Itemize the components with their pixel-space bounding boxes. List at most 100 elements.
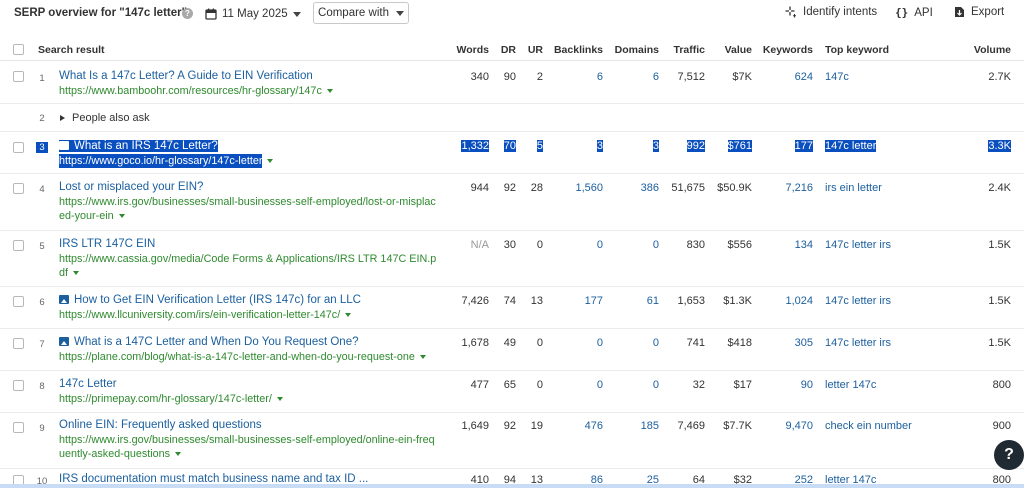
top-keyword-link[interactable]: irs ein letter <box>825 182 882 194</box>
date-picker[interactable]: 11 May 2025 <box>205 3 301 25</box>
value-cell: $50.9K <box>717 182 752 194</box>
result-url-link[interactable]: https://primepay.com/hr-glossary/147c-le… <box>59 392 283 406</box>
result-title-link[interactable]: How to Get EIN Verification Letter (IRS … <box>59 294 361 306</box>
result-url-link[interactable]: https://www.llcuniversity.com/irs/ein-ve… <box>59 308 352 322</box>
ur-cell: 0 <box>536 239 543 251</box>
api-button[interactable]: {} API <box>895 6 933 19</box>
top-keyword-link[interactable]: 147c letter <box>825 140 877 152</box>
top-keyword-link[interactable]: 147c letter irs <box>825 295 891 307</box>
url-dropdown[interactable] <box>267 154 273 168</box>
top-keyword-link[interactable]: letter 147c <box>825 379 876 391</box>
row-checkbox[interactable] <box>13 338 24 349</box>
column-traffic[interactable]: Traffic <box>673 44 705 56</box>
traffic-cell: 7,469 <box>677 420 705 432</box>
table-row: 4 Lost or misplaced your EIN? https://ww… <box>0 175 1024 231</box>
backlinks-link[interactable]: 0 <box>597 379 603 391</box>
keywords-link[interactable]: 624 <box>795 71 813 83</box>
row-checkbox[interactable] <box>13 142 24 153</box>
backlinks-link[interactable]: 177 <box>585 295 603 307</box>
backlinks-link[interactable]: 6 <box>597 71 603 83</box>
column-volume[interactable]: Volume <box>974 44 1011 56</box>
volume-cell: 3.3K <box>988 140 1011 152</box>
keywords-link[interactable]: 1,024 <box>785 295 813 307</box>
column-ur[interactable]: UR <box>528 44 543 56</box>
column-top-keyword[interactable]: Top keyword <box>825 44 889 56</box>
row-checkbox[interactable] <box>13 380 24 391</box>
domains-link[interactable]: 61 <box>647 295 659 307</box>
domains-link[interactable]: 0 <box>653 239 659 251</box>
table-row: 1 What Is a 147c Letter? A Guide to EIN … <box>0 62 1024 104</box>
url-text: ed-your-ein <box>59 210 114 222</box>
top-keyword-link[interactable]: 147c letter irs <box>825 337 891 349</box>
volume-cell: 900 <box>992 420 1011 432</box>
row-position: 8 <box>39 381 45 392</box>
domains-link[interactable]: 3 <box>652 140 659 152</box>
column-dr[interactable]: DR <box>501 44 516 56</box>
result-url-link[interactable]: https://www.irs.gov/businesses/small-bus… <box>59 195 436 223</box>
result-title-link[interactable]: Online EIN: Frequently asked questions <box>59 419 262 431</box>
backlinks-link[interactable]: 476 <box>585 420 603 432</box>
expand-arrow-icon <box>60 115 65 121</box>
result-title-link[interactable]: What is an IRS 147c Letter? <box>59 140 218 152</box>
result-title-link[interactable]: What Is a 147c Letter? A Guide to EIN Ve… <box>59 70 313 82</box>
horizontal-scrollbar[interactable] <box>0 484 1024 488</box>
row-checkbox[interactable] <box>13 240 24 251</box>
result-title-link[interactable]: IRS LTR 147C EIN <box>59 238 155 250</box>
column-search-result[interactable]: Search result <box>38 44 105 56</box>
keywords-link[interactable]: 305 <box>795 337 813 349</box>
row-checkbox[interactable] <box>13 296 24 307</box>
row-checkbox[interactable] <box>13 183 24 194</box>
row-checkbox[interactable] <box>13 71 24 82</box>
column-domains[interactable]: Domains <box>615 44 659 56</box>
domains-link[interactable]: 185 <box>641 420 659 432</box>
result-title-link[interactable]: What is a 147C Letter and When Do You Re… <box>59 336 359 348</box>
compare-with-button[interactable]: Compare with <box>313 2 409 24</box>
top-keyword-link[interactable]: check ein number <box>825 420 912 432</box>
table-row: 7 What is a 147C Letter and When Do You … <box>0 330 1024 371</box>
identify-intents-button[interactable]: Identify intents <box>785 6 877 18</box>
top-keyword-link[interactable]: 147c <box>825 71 849 83</box>
keywords-link[interactable]: 7,216 <box>785 182 813 194</box>
keywords-link[interactable]: 177 <box>794 140 813 152</box>
url-text: https://www.llcuniversity.com/irs/ein-ve… <box>59 309 341 321</box>
column-words[interactable]: Words <box>457 44 489 56</box>
result-url-link[interactable]: https://www.irs.gov/businesses/small-bus… <box>59 433 435 461</box>
top-keyword-link[interactable]: 147c letter irs <box>825 239 891 251</box>
domains-link[interactable]: 0 <box>653 379 659 391</box>
result-title-link[interactable]: Lost or misplaced your EIN? <box>59 181 203 193</box>
keywords-link[interactable]: 9,470 <box>785 420 813 432</box>
keywords-link[interactable]: 134 <box>795 239 813 251</box>
traffic-cell: 32 <box>692 379 705 391</box>
image-icon <box>59 337 69 346</box>
people-also-ask-toggle[interactable]: People also ask <box>60 112 150 124</box>
backlinks-link[interactable]: 3 <box>596 140 603 152</box>
result-url-link[interactable]: https://www.goco.io/hr-glossary/147c-let… <box>59 154 263 168</box>
result-title-link[interactable]: 147c Letter <box>59 378 117 390</box>
code-braces-icon: {} <box>895 6 909 19</box>
url-text: https://primepay.com/hr-glossary/147c-le… <box>59 393 272 405</box>
column-backlinks[interactable]: Backlinks <box>554 44 603 56</box>
domains-link[interactable]: 0 <box>653 337 659 349</box>
words-cell: 477 <box>470 379 489 391</box>
column-value[interactable]: Value <box>725 44 752 56</box>
backlinks-link[interactable]: 0 <box>597 337 603 349</box>
row-checkbox[interactable] <box>13 422 24 433</box>
backlinks-link[interactable]: 0 <box>597 239 603 251</box>
chevron-down-icon <box>292 11 301 17</box>
help-chat-button[interactable]: ? <box>994 440 1024 470</box>
help-icon[interactable]: ? <box>182 8 193 19</box>
backlinks-link[interactable]: 1,560 <box>575 182 603 194</box>
result-url-link[interactable]: https://www.bamboohr.com/resources/hr-gl… <box>59 84 333 98</box>
traffic-cell: 51,675 <box>671 182 705 194</box>
domains-link[interactable]: 6 <box>653 71 659 83</box>
identify-intents-label: Identify intents <box>803 6 878 18</box>
column-keywords[interactable]: Keywords <box>763 44 813 56</box>
keywords-link[interactable]: 90 <box>801 379 813 391</box>
volume-cell: 1.5K <box>988 239 1011 251</box>
result-url-link[interactable]: https://www.cassia.gov/media/Code Forms … <box>59 252 436 280</box>
export-button[interactable]: Export <box>954 6 1004 18</box>
domains-link[interactable]: 386 <box>641 182 659 194</box>
select-all-checkbox[interactable] <box>13 44 24 55</box>
result-url-link[interactable]: https://plane.com/blog/what-is-a-147c-le… <box>59 350 426 364</box>
export-icon <box>955 7 964 17</box>
